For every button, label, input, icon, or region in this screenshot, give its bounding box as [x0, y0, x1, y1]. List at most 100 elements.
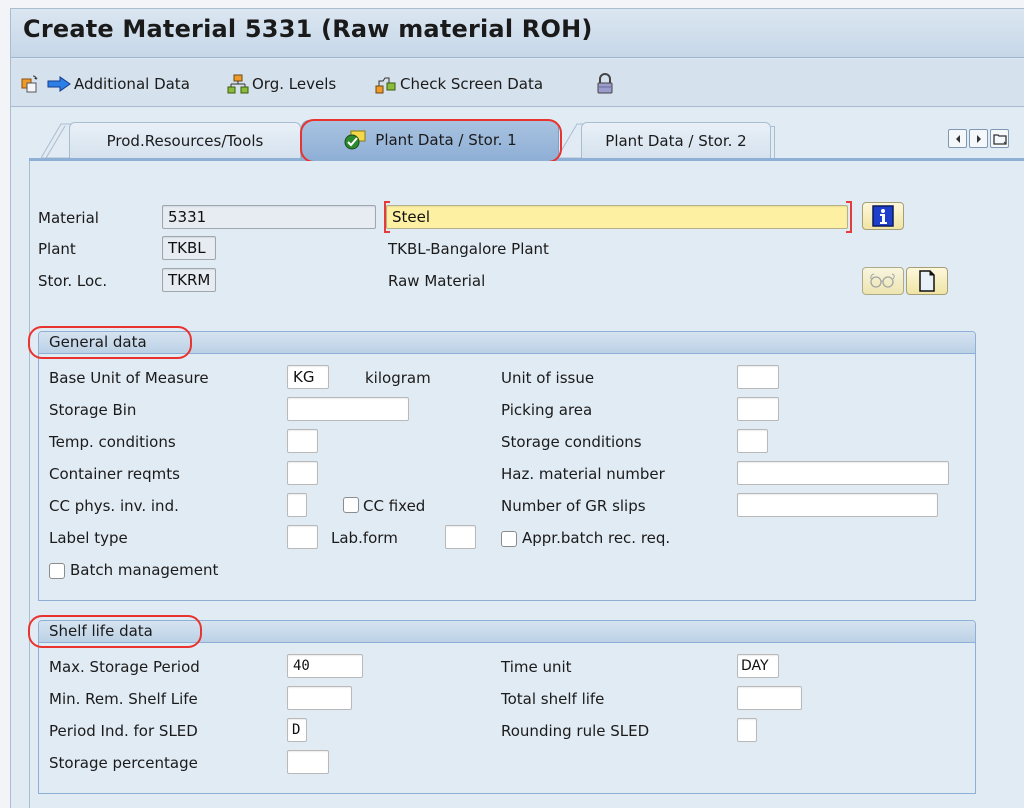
triangle-left-icon — [955, 134, 960, 143]
storage-bin-field[interactable] — [287, 397, 409, 421]
batch-management-checkbox[interactable] — [49, 563, 65, 579]
info-button[interactable] — [862, 202, 904, 230]
material-label: Material — [38, 209, 99, 227]
tab-label: Prod.Resources/Tools — [106, 131, 264, 150]
appr-batch-rec-label: Appr.batch rec. req. — [522, 529, 671, 547]
label-type-label: Label type — [49, 529, 128, 547]
tab-scroll-left-button[interactable] — [948, 129, 967, 148]
storage-percentage-field[interactable] — [287, 750, 329, 774]
period-ind-sled-label: Period Ind. for SLED — [49, 722, 198, 740]
org-levels-label: Org. Levels — [252, 75, 337, 93]
appr-batch-rec-checkbox[interactable] — [501, 531, 517, 547]
storage-conditions-label: Storage conditions — [501, 433, 642, 451]
storage-location-label: Stor. Loc. — [38, 272, 108, 290]
additional-data-label: Additional Data — [74, 75, 190, 93]
batch-management-label: Batch management — [70, 561, 219, 579]
check-screen-data-button[interactable]: Check Screen Data — [375, 73, 543, 95]
info-icon — [872, 205, 894, 227]
base-uom-text: kilogram — [365, 369, 431, 387]
cc-fixed-label: CC fixed — [363, 497, 426, 515]
content-area: Prod.Resources/Tools Plant Data / Stor. … — [11, 108, 1024, 808]
lock-icon — [597, 73, 613, 94]
additional-data-button[interactable]: Additional Data — [47, 73, 190, 95]
unit-of-issue-label: Unit of issue — [501, 369, 595, 387]
rounding-rule-sled-field[interactable] — [737, 718, 757, 742]
check-screen-icon — [375, 77, 396, 94]
temp-conditions-field[interactable] — [287, 429, 318, 453]
cc-fixed-checkbox[interactable] — [343, 497, 359, 513]
application-toolbar: Additional Data Org. Levels Check Screen… — [11, 59, 1024, 107]
page-title: Create Material 5331 (Raw material ROH) — [23, 15, 593, 43]
storage-location-field[interactable] — [162, 268, 216, 292]
plant-field[interactable] — [162, 236, 216, 260]
base-uom-field[interactable] — [287, 365, 329, 389]
title-bar: Create Material 5331 (Raw material ROH) — [11, 9, 1024, 58]
tab-scroll-right-button[interactable] — [969, 129, 988, 148]
storage-percentage-label: Storage percentage — [49, 754, 198, 772]
tab-label: Plant Data / Stor. 1 — [375, 130, 517, 149]
material-description-field[interactable] — [386, 205, 848, 229]
new-document-button[interactable] — [906, 267, 948, 295]
checkmark-status-icon — [344, 130, 366, 149]
gr-slips-field[interactable] — [737, 493, 938, 517]
tab-plant-data-stor-2[interactable]: Plant Data / Stor. 2 — [581, 122, 771, 158]
storage-bin-label: Storage Bin — [49, 401, 137, 419]
material-field[interactable] — [162, 205, 376, 229]
tab-plant-data-stor-1[interactable]: Plant Data / Stor. 1 — [301, 120, 559, 158]
tab-list-icon — [992, 133, 1007, 145]
base-uom-label: Base Unit of Measure — [49, 369, 209, 387]
total-shelf-life-field[interactable] — [737, 686, 802, 710]
switch-view-icon — [21, 75, 38, 93]
unit-of-issue-field[interactable] — [737, 365, 779, 389]
gr-slips-label: Number of GR slips — [501, 497, 646, 515]
min-rem-shelf-life-label: Min. Rem. Shelf Life — [49, 690, 198, 708]
arrow-right-icon — [47, 76, 71, 92]
lock-button[interactable] — [596, 73, 617, 95]
time-unit-label: Time unit — [501, 658, 572, 676]
shelf-life-data-group: Shelf life data Max. Storage Period Min.… — [38, 620, 976, 794]
container-reqmts-field[interactable] — [287, 461, 318, 485]
cc-phys-inv-label: CC phys. inv. ind. — [49, 497, 179, 515]
time-unit-field[interactable] — [737, 654, 779, 678]
lab-form-label: Lab.form — [331, 529, 398, 547]
temp-conditions-label: Temp. conditions — [49, 433, 176, 451]
tab-list-button[interactable] — [990, 129, 1009, 148]
shelf-life-header: Shelf life data — [39, 621, 975, 643]
switch-view-button[interactable] — [21, 73, 42, 95]
tab-prod-resources-tools[interactable]: Prod.Resources/Tools — [69, 122, 301, 158]
triangle-right-icon — [976, 134, 981, 143]
plant-label: Plant — [38, 240, 76, 258]
storage-location-description: Raw Material — [388, 272, 486, 290]
plant-description: TKBL-Bangalore Plant — [388, 240, 549, 258]
min-rem-shelf-life-field[interactable] — [287, 686, 352, 710]
container-reqmts-label: Container reqmts — [49, 465, 180, 483]
tab-label: Plant Data / Stor. 2 — [605, 131, 747, 150]
haz-material-number-label: Haz. material number — [501, 465, 665, 483]
document-icon — [919, 270, 935, 292]
total-shelf-life-label: Total shelf life — [501, 690, 605, 708]
required-bracket-right — [846, 201, 852, 233]
org-levels-icon — [227, 74, 249, 94]
rounding-rule-sled-label: Rounding rule SLED — [501, 722, 650, 740]
org-levels-button[interactable]: Org. Levels — [227, 73, 336, 95]
sap-window: Create Material 5331 (Raw material ROH) … — [10, 8, 1024, 808]
max-storage-period-field[interactable] — [287, 654, 363, 678]
display-glasses-icon — [870, 273, 895, 288]
tab-panel: Material Plant TKBL-Bangalore Plant Stor… — [28, 161, 1024, 808]
storage-conditions-field[interactable] — [737, 429, 768, 453]
picking-area-field[interactable] — [737, 397, 779, 421]
max-storage-period-label: Max. Storage Period — [49, 658, 200, 676]
haz-material-number-field[interactable] — [737, 461, 949, 485]
general-data-header: General data — [39, 332, 975, 354]
period-ind-sled-field[interactable] — [287, 718, 307, 742]
tab-stack-edge — [41, 123, 71, 158]
tab-stack-edge-right — [771, 126, 775, 158]
lab-form-field[interactable] — [445, 525, 476, 549]
label-type-field[interactable] — [287, 525, 318, 549]
picking-area-label: Picking area — [501, 401, 593, 419]
shelf-life-title: Shelf life data — [49, 622, 153, 640]
cc-phys-inv-field[interactable] — [287, 493, 307, 517]
display-button[interactable] — [862, 267, 904, 295]
general-data-group: General data Base Unit of Measure kilogr… — [38, 331, 976, 601]
check-screen-data-label: Check Screen Data — [400, 75, 544, 93]
